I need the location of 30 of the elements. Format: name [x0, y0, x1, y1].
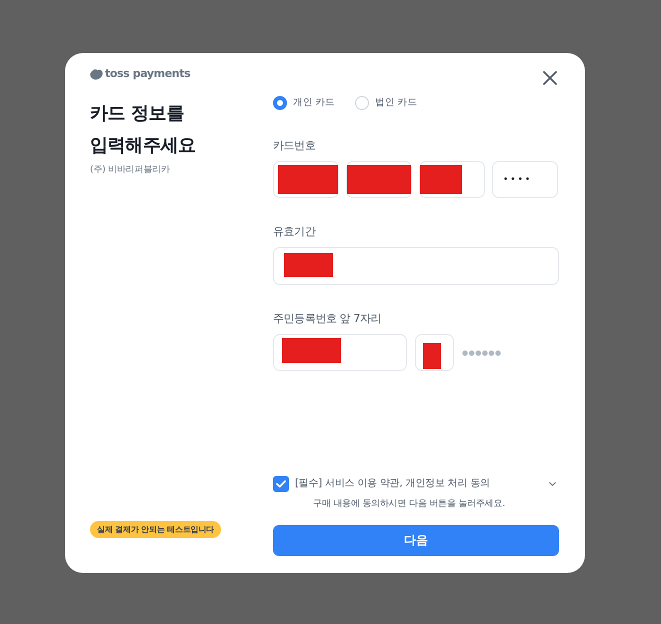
next-button[interactable]: 다음: [273, 525, 559, 556]
agreement-label[interactable]: [필수] 서비스 이용 약관, 개인정보 처리 동의: [295, 476, 490, 492]
logo-icon: [90, 68, 103, 80]
redaction-block: [284, 253, 333, 277]
field-label: 유효기간: [273, 224, 317, 240]
check-icon: [276, 480, 286, 488]
redaction-block: [420, 165, 462, 194]
redaction-block: [282, 338, 341, 363]
dialog-title: 카드 정보를 입력해주세요: [90, 102, 197, 158]
card-type-option[interactable]: 법인 카드: [355, 96, 418, 110]
card-type-option[interactable]: 개인 카드: [273, 96, 336, 110]
field-label: 주민등록번호 앞 7자리: [273, 311, 382, 327]
test-mode-badge: 실제 결제가 안되는 테스트입니다: [90, 521, 221, 538]
agreement-checkbox[interactable]: [273, 476, 289, 492]
redaction-block: [347, 165, 411, 194]
card-number-field[interactable]: ••••: [492, 161, 558, 198]
card-number-field[interactable]: [273, 161, 339, 198]
logo-text: toss payments: [105, 67, 190, 81]
chevron-down-icon[interactable]: [549, 482, 556, 486]
card-number-field[interactable]: [419, 161, 485, 198]
redaction-block: [423, 343, 441, 369]
id-digit-field[interactable]: [415, 334, 454, 371]
field-label: 카드번호: [273, 138, 316, 154]
close-icon[interactable]: [543, 71, 557, 85]
birth-date-field[interactable]: [273, 334, 407, 371]
merchant-name: (주) 비바리퍼블리카: [90, 164, 170, 177]
redaction-block: [278, 165, 338, 194]
notice-text: 구매 내용에 동의하시면 다음 버튼을 눌러주세요.: [312, 498, 506, 511]
expiry-field[interactable]: [273, 247, 559, 285]
card-number-field[interactable]: [346, 161, 412, 198]
